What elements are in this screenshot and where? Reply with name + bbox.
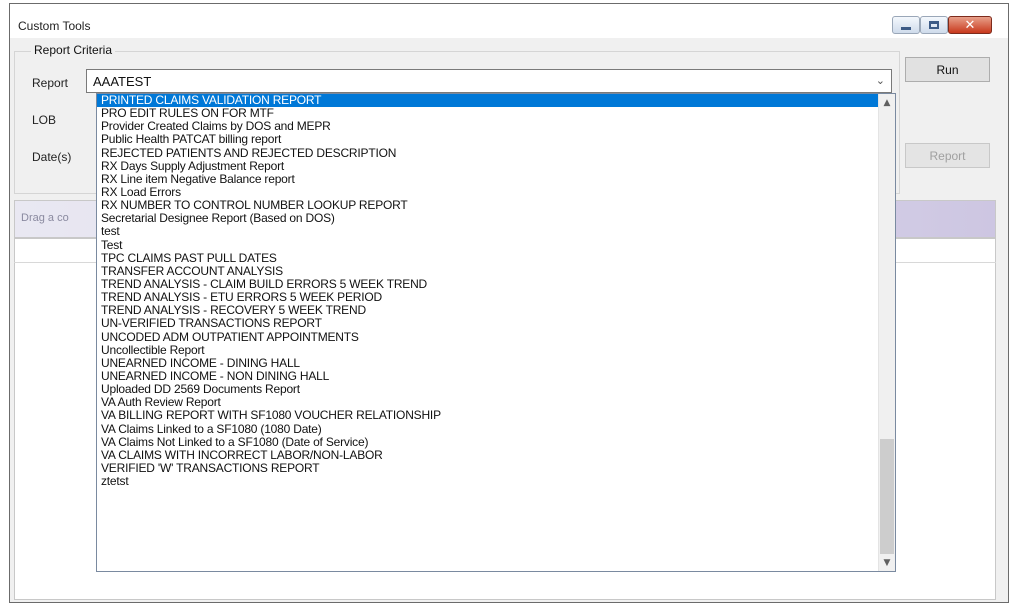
report-option[interactable]: VA BILLING REPORT WITH SF1080 VOUCHER RE… [97, 409, 879, 422]
maximize-icon [929, 21, 939, 29]
report-option[interactable]: RX Days Supply Adjustment Report [97, 160, 879, 173]
report-criteria-title: Report Criteria [31, 43, 116, 57]
run-button[interactable]: Run [905, 57, 990, 82]
report-option[interactable]: UN-VERIFIED TRANSACTIONS REPORT [97, 317, 879, 330]
minimize-icon [901, 26, 911, 30]
report-option[interactable]: Uploaded DD 2569 Documents Report [97, 383, 879, 396]
dates-label: Date(s) [32, 150, 72, 164]
report-select[interactable]: AAATEST ⌄ [86, 69, 892, 93]
report-option[interactable]: RX Load Errors [97, 186, 879, 199]
report-option[interactable]: VERIFIED 'W' TRANSACTIONS REPORT [97, 462, 879, 475]
report-option[interactable]: RX Line item Negative Balance report [97, 173, 879, 186]
report-dropdown-list[interactable]: PRINTED CLAIMS VALIDATION REPORT PRO EDIT… [96, 93, 896, 572]
report-option[interactable]: UNEARNED INCOME - DINING HALL [97, 357, 879, 370]
report-button[interactable]: Report [905, 143, 990, 168]
report-options: PRINTED CLAIMS VALIDATION REPORT PRO EDIT… [97, 94, 879, 488]
report-option[interactable]: UNEARNED INCOME - NON DINING HALL [97, 370, 879, 383]
report-option[interactable]: VA CLAIMS WITH INCORRECT LABOR/NON-LABOR [97, 449, 879, 462]
report-option[interactable]: TREND ANALYSIS - CLAIM BUILD ERRORS 5 WE… [97, 278, 879, 291]
chevron-down-icon[interactable]: ▼ [879, 554, 895, 571]
report-option[interactable]: VA Claims Linked to a SF1080 (1080 Date) [97, 423, 879, 436]
close-icon: ✕ [964, 17, 976, 33]
report-option[interactable]: Test [97, 239, 879, 252]
report-option[interactable]: Secretarial Designee Report (Based on DO… [97, 212, 879, 225]
close-button[interactable]: ✕ [948, 16, 992, 34]
maximize-button[interactable] [920, 16, 948, 34]
lob-label: LOB [32, 113, 57, 127]
dropdown-scrollbar[interactable]: ▲ ▼ [878, 94, 895, 571]
scrollbar-thumb[interactable] [880, 439, 894, 554]
window-title: Custom Tools [18, 19, 91, 33]
report-option[interactable]: TREND ANALYSIS - RECOVERY 5 WEEK TREND [97, 304, 879, 317]
report-option[interactable]: UNCODED ADM OUTPATIENT APPOINTMENTS [97, 331, 879, 344]
report-option[interactable]: test [97, 225, 879, 238]
report-option[interactable]: Provider Created Claims by DOS and MEPR [97, 120, 879, 133]
title-bar[interactable]: Custom Tools ✕ [10, 4, 1008, 38]
report-option[interactable]: VA Auth Review Report [97, 396, 879, 409]
report-option[interactable]: TRANSFER ACCOUNT ANALYSIS [97, 265, 879, 278]
report-option[interactable]: Public Health PATCAT billing report [97, 133, 879, 146]
report-option[interactable]: PRO EDIT RULES ON FOR MTF [97, 107, 879, 120]
report-option[interactable]: Uncollectible Report [97, 344, 879, 357]
chevron-down-icon[interactable]: ⌄ [876, 74, 885, 87]
drag-column-hint: Drag a co [21, 212, 69, 224]
minimize-button[interactable] [892, 16, 920, 34]
report-label: Report [32, 76, 69, 90]
report-option[interactable]: RX NUMBER TO CONTROL NUMBER LOOKUP REPOR… [97, 199, 879, 212]
report-option[interactable]: TREND ANALYSIS - ETU ERRORS 5 WEEK PERIO… [97, 291, 879, 304]
chevron-up-icon[interactable]: ▲ [879, 94, 895, 111]
report-option[interactable]: TPC CLAIMS PAST PULL DATES [97, 252, 879, 265]
report-option[interactable]: VA Claims Not Linked to a SF1080 (Date o… [97, 436, 879, 449]
report-option[interactable]: PRINTED CLAIMS VALIDATION REPORT [97, 94, 879, 108]
report-select-value: AAATEST [93, 74, 152, 89]
report-option[interactable]: ztetst [97, 475, 879, 488]
report-option[interactable]: REJECTED PATIENTS AND REJECTED DESCRIPTI… [97, 147, 879, 160]
